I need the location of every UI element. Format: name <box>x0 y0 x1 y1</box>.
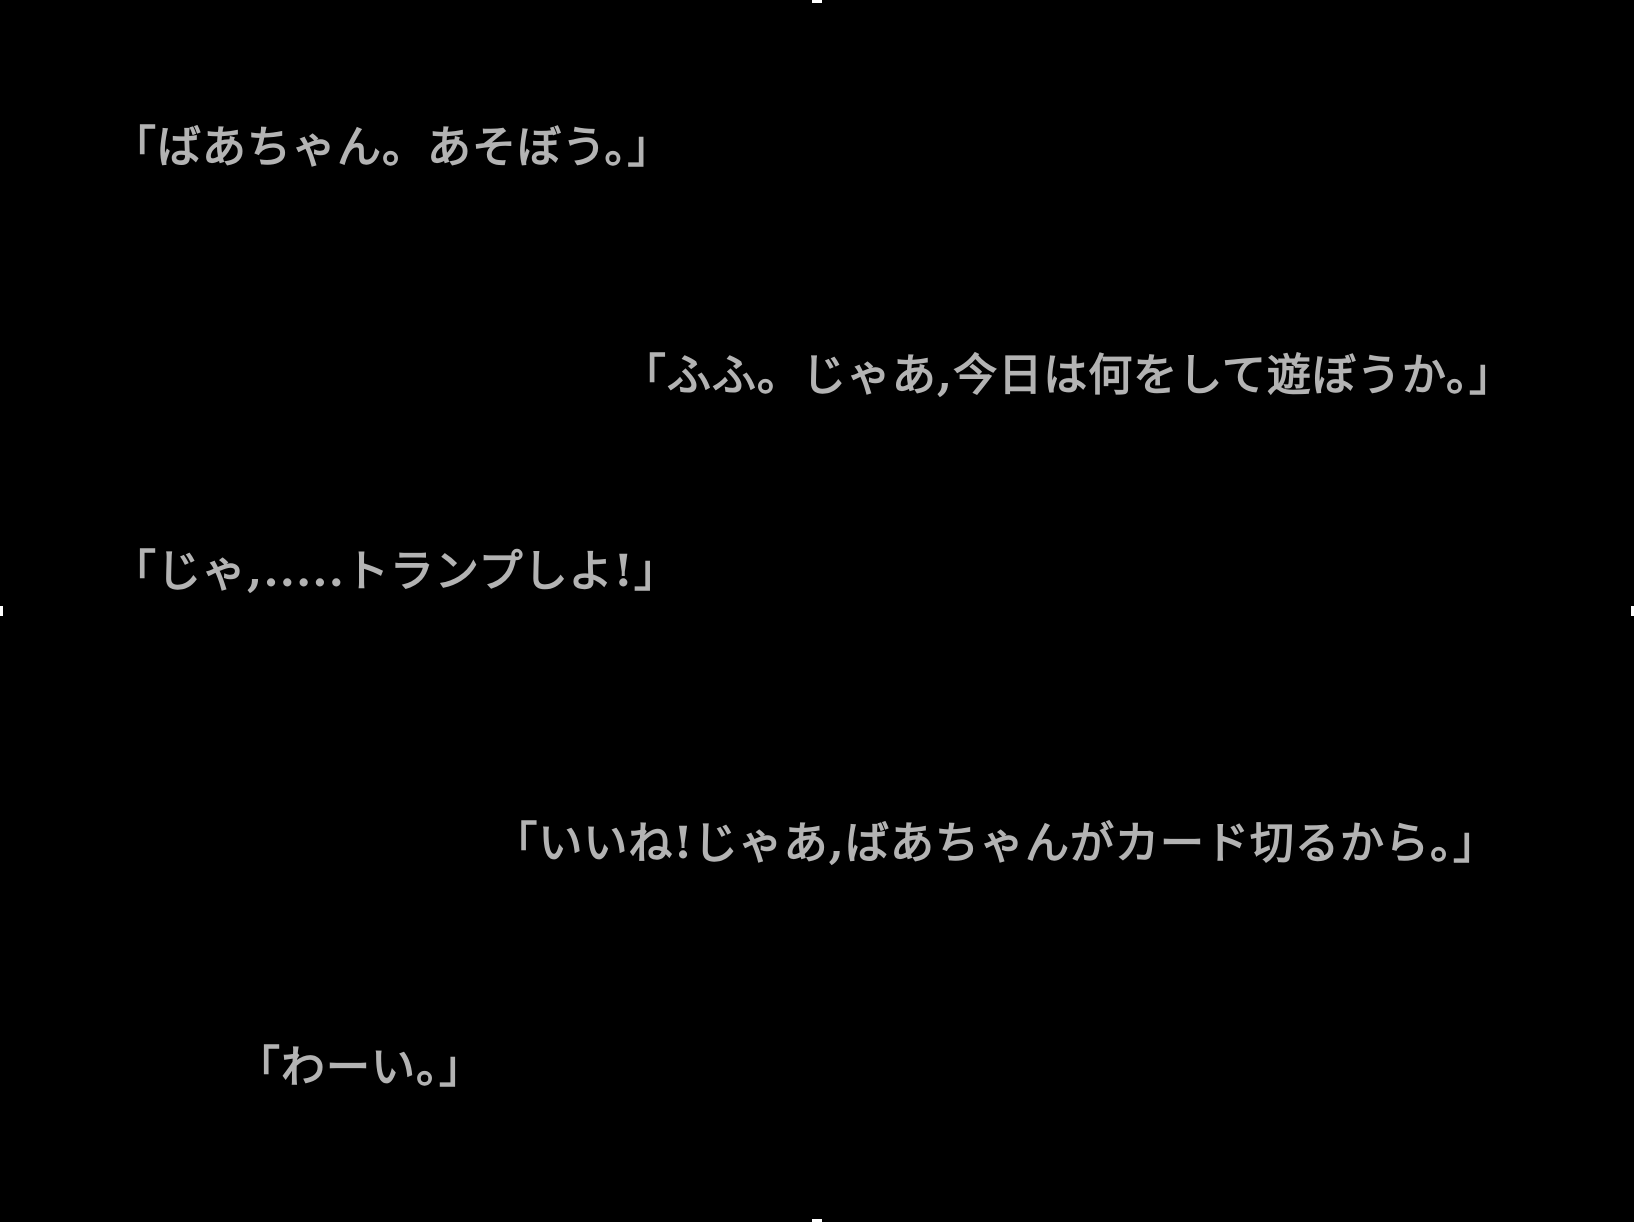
dialogue-line-child-2: 「じゃ,.....トランプしよ!」 <box>112 546 679 597</box>
resize-handle-left[interactable] <box>0 606 3 616</box>
resize-handle-top[interactable] <box>812 0 822 3</box>
dialogue-screen[interactable]: 「ばあちゃん。あそぼう。」 「ふふ。じゃあ,今日は何をして遊ぼうか。」 「じゃ,… <box>0 0 1634 1222</box>
dialogue-line-grandma-2: 「いいね!じゃあ,ばあちゃんがカード切るから。」 <box>493 818 1498 869</box>
dialogue-line-grandma-1: 「ふふ。じゃあ,今日は何をして遊ぼうか。」 <box>621 350 1514 401</box>
dialogue-line-child-3: 「わーい。」 <box>236 1042 484 1093</box>
dialogue-line-child-1: 「ばあちゃん。あそぼう。」 <box>112 122 673 173</box>
